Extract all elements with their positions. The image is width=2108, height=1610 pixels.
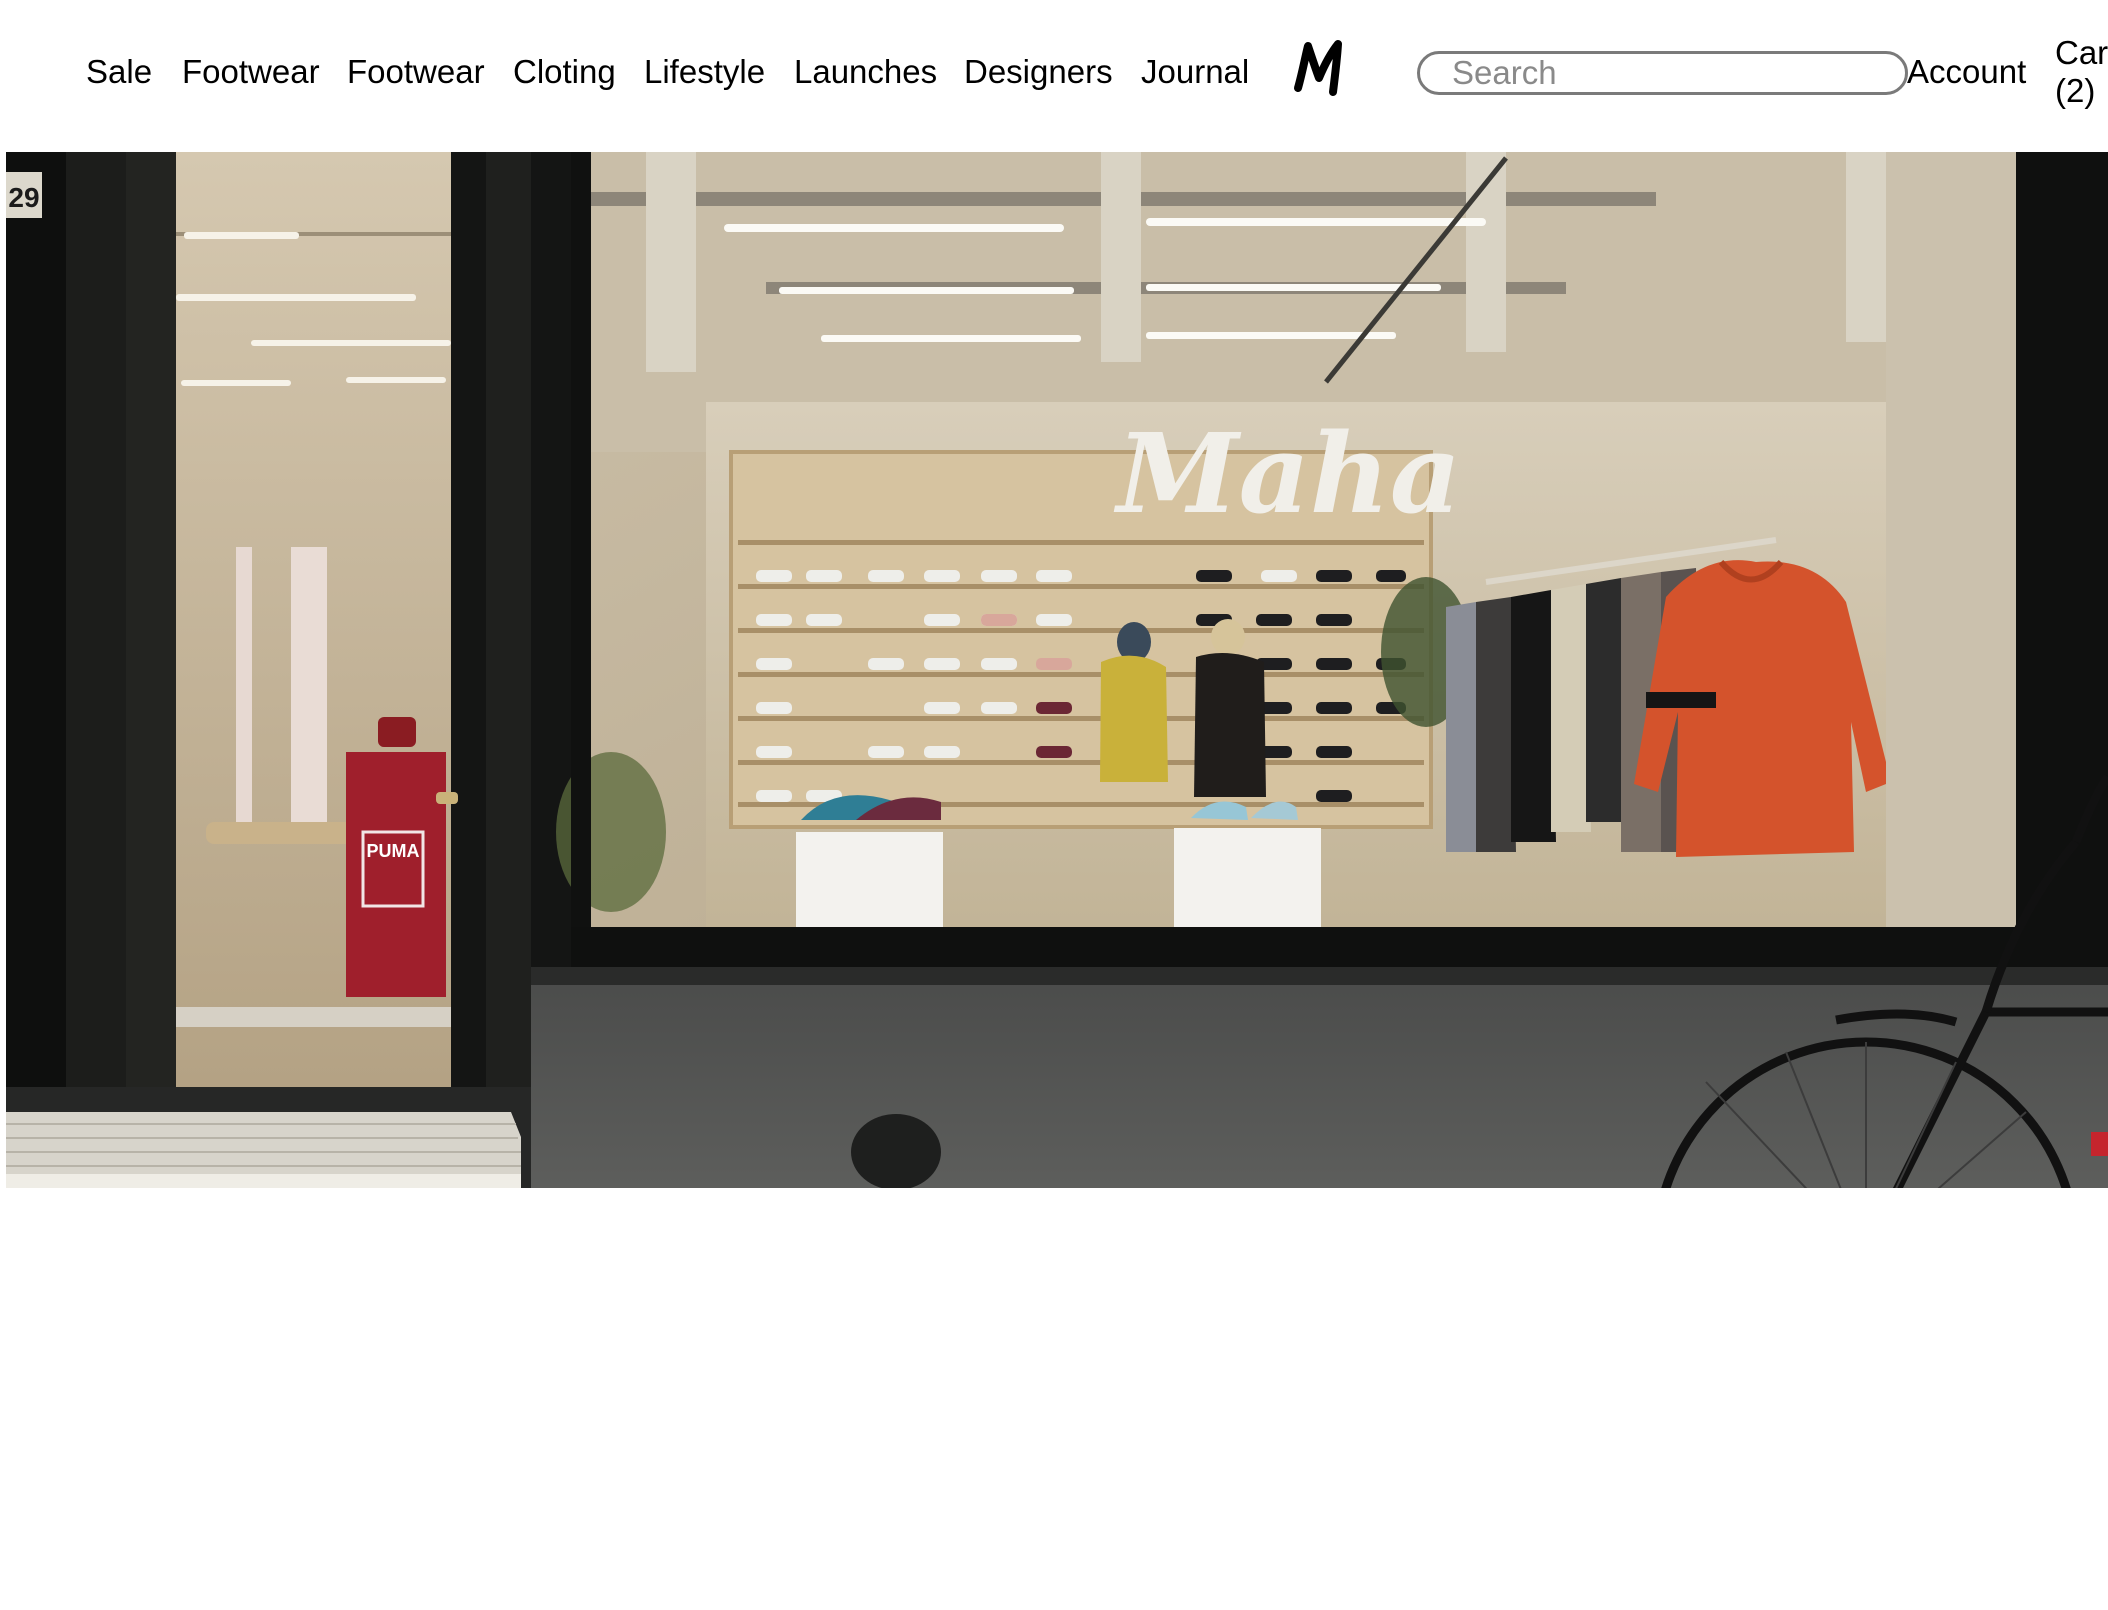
house-number: 29 [8, 182, 39, 213]
cart-label: Cart [2055, 34, 2108, 71]
nav-item-footwear[interactable]: Footwear [182, 52, 320, 92]
maha-logo-icon[interactable] [1292, 36, 1350, 98]
door-interior: PUMA [176, 152, 451, 1087]
puma-box-label: PUMA [367, 841, 420, 861]
account-link[interactable]: Account [1907, 52, 2026, 92]
cart-count: (2) [2055, 72, 2096, 109]
storefront-photo: PUMA 29 Maha [6, 152, 2108, 1188]
nav-item-sale[interactable]: Sale [86, 52, 152, 92]
maha-shop-sign: Maha [1113, 409, 1461, 538]
nav-item-lifestyle[interactable]: Lifestyle [644, 52, 765, 92]
cart-link[interactable]: Cart (2) [2055, 34, 2108, 110]
shop-window: Maha [556, 152, 2036, 927]
search-input[interactable] [1417, 51, 1908, 95]
nav-item-launches[interactable]: Launches [794, 52, 937, 92]
nav-item-cloting[interactable]: Cloting [513, 52, 616, 92]
hero-storefront-image: PUMA 29 Maha [6, 152, 2108, 1188]
site-header: Sale Footwear Footwear Cloting Lifestyle… [0, 0, 2108, 152]
nav-item-designers[interactable]: Designers [964, 52, 1113, 92]
nav-item-footwear-2[interactable]: Footwear [347, 52, 485, 92]
nav-item-journal[interactable]: Journal [1141, 52, 1249, 92]
